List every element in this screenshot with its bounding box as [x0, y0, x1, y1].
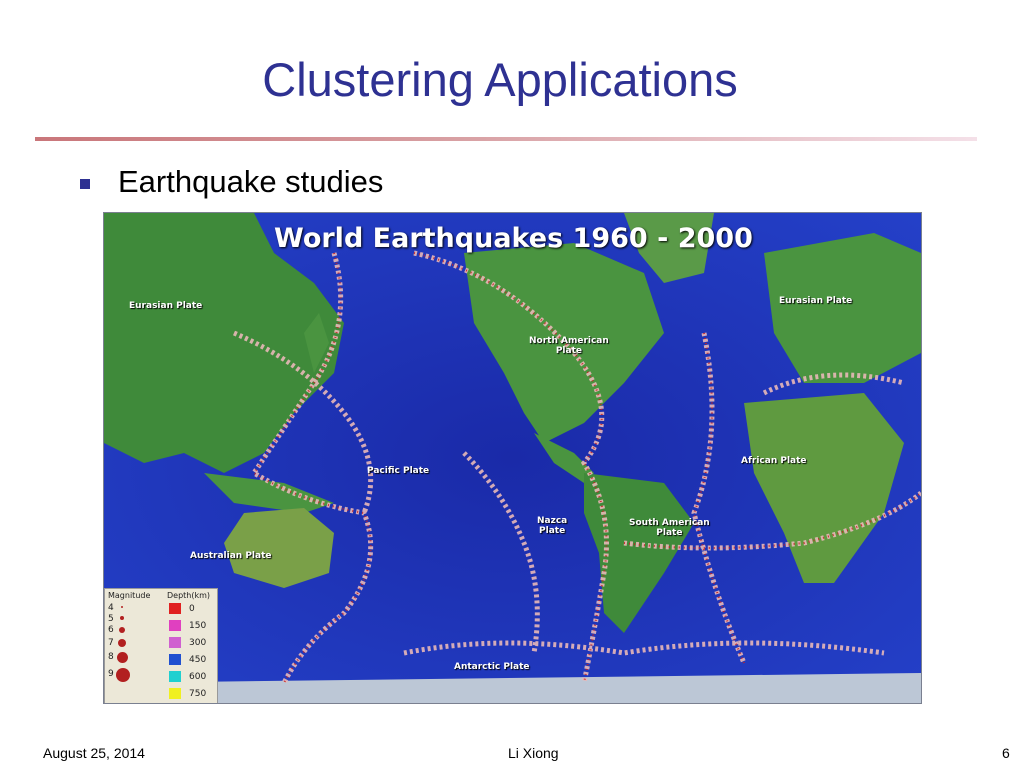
magnitude-9-dot-icon	[116, 668, 130, 682]
magnitude-5-dot-icon	[120, 616, 124, 620]
depth-0-swatch	[169, 603, 181, 614]
title-divider	[35, 137, 977, 141]
plate-label-australian: Australian Plate	[190, 551, 272, 561]
legend-depth-label: 600	[189, 672, 207, 682]
magnitude-4-dot-icon	[121, 606, 123, 608]
legend-depth-label: 150	[189, 621, 207, 631]
earthquake-map: World Earthquakes 1960 - 2000 Eurasian P…	[103, 212, 922, 704]
plate-label-pacific: Pacific Plate	[367, 466, 430, 476]
depth-600-swatch	[169, 671, 181, 682]
plate-label-eurasian-right: Eurasian Plate	[779, 296, 853, 306]
slide-title: Clustering Applications	[262, 53, 738, 106]
magnitude-7-dot-icon	[118, 639, 126, 647]
map-legend: Magnitude Depth(km) 4 5 6 7 8 9 0 150 30…	[104, 588, 218, 703]
legend-magnitude-label: 4	[108, 603, 114, 613]
plate-label-african: African Plate	[741, 456, 807, 466]
magnitude-8-dot-icon	[117, 652, 128, 663]
legend-depth-label: 450	[189, 655, 207, 665]
legend-depth-label: 300	[189, 638, 207, 648]
depth-750-swatch	[169, 688, 181, 699]
depth-450-swatch	[169, 654, 181, 665]
legend-magnitude-label: 5	[108, 614, 114, 624]
legend-magnitude-label: 7	[108, 638, 114, 648]
footer-page-number: 6	[1002, 745, 1010, 761]
bullet-text: Earthquake studies	[118, 164, 384, 199]
plate-label-eurasian-left: Eurasian Plate	[129, 301, 203, 311]
footer-author: Li Xiong	[508, 745, 559, 761]
legend-depth-label: 0	[189, 604, 195, 614]
legend-magnitude-label: 6	[108, 625, 114, 635]
map-title: World Earthquakes 1960 - 2000	[274, 223, 753, 254]
plate-label-nazca: Nazca Plate	[537, 516, 568, 536]
depth-300-swatch	[169, 637, 181, 648]
legend-magnitude-label: 8	[108, 652, 114, 662]
legend-magnitude-label: 9	[108, 669, 114, 679]
magnitude-6-dot-icon	[119, 627, 125, 633]
bullet-square-icon	[80, 179, 90, 189]
plate-label-south-american: South American Plate	[629, 518, 710, 538]
legend-depth-header: Depth(km)	[167, 591, 211, 600]
legend-depth-label: 750	[189, 689, 207, 699]
footer-date: August 25, 2014	[43, 745, 145, 761]
depth-150-swatch	[169, 620, 181, 631]
plate-label-antarctic: Antarctic Plate	[454, 662, 530, 672]
plate-label-north-american: North American Plate	[529, 336, 609, 356]
legend-magnitude-header: Magnitude	[108, 591, 151, 600]
